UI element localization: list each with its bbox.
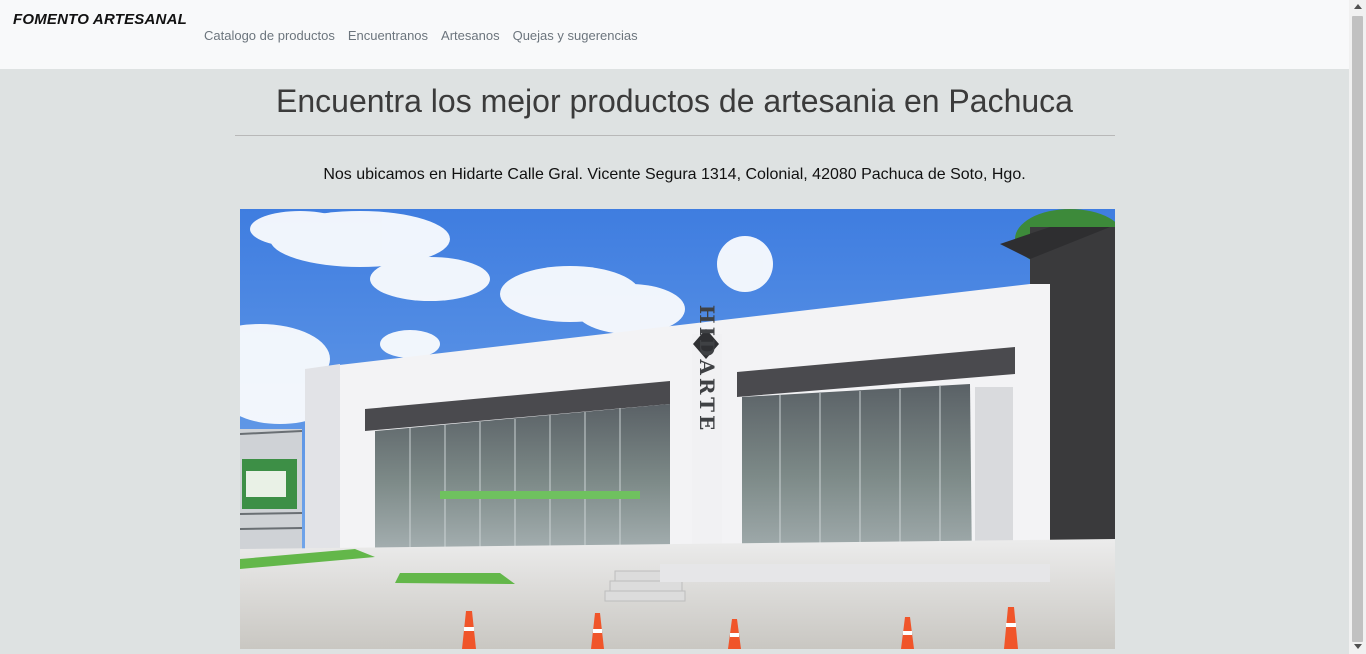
nav-link-catalogo[interactable]: Catalogo de productos — [204, 28, 335, 43]
left-fence — [240, 429, 303, 549]
nav-link-artesanos[interactable]: Artesanos — [441, 28, 500, 43]
scroll-up-arrow-icon[interactable] — [1349, 0, 1366, 14]
nav-link-encuentranos[interactable]: Encuentranos — [348, 28, 428, 43]
sign-column: HIDARTE — [692, 305, 722, 559]
grass-mid — [395, 573, 515, 584]
brand-link[interactable]: FOMENTO ARTESANAL — [13, 11, 187, 28]
scroll-down-arrow-icon[interactable] — [1349, 640, 1366, 654]
scrollbar-thumb[interactable] — [1352, 16, 1363, 642]
nav-link-quejas[interactable]: Quejas y sugerencias — [513, 28, 638, 43]
location-address: Nos ubicamos en Hidarte Calle Gral. Vice… — [323, 166, 1026, 183]
left-glass — [375, 404, 670, 559]
nav-links: Catalogo de productos Encuentranos Artes… — [204, 28, 651, 43]
storefront-photo: HIDARTE — [240, 209, 1115, 649]
heading-divider — [235, 135, 1115, 136]
sign-text: HIDARTE — [695, 305, 719, 434]
page-heading: Encuentra los mejor productos de artesan… — [276, 83, 1073, 119]
main-content: Encuentra los mejor productos de artesan… — [0, 69, 1349, 654]
top-navbar: FOMENTO ARTESANAL Catalogo de productos … — [0, 0, 1349, 69]
vertical-scrollbar[interactable] — [1349, 0, 1366, 654]
browser-viewport: FOMENTO ARTESANAL Catalogo de productos … — [0, 0, 1366, 654]
